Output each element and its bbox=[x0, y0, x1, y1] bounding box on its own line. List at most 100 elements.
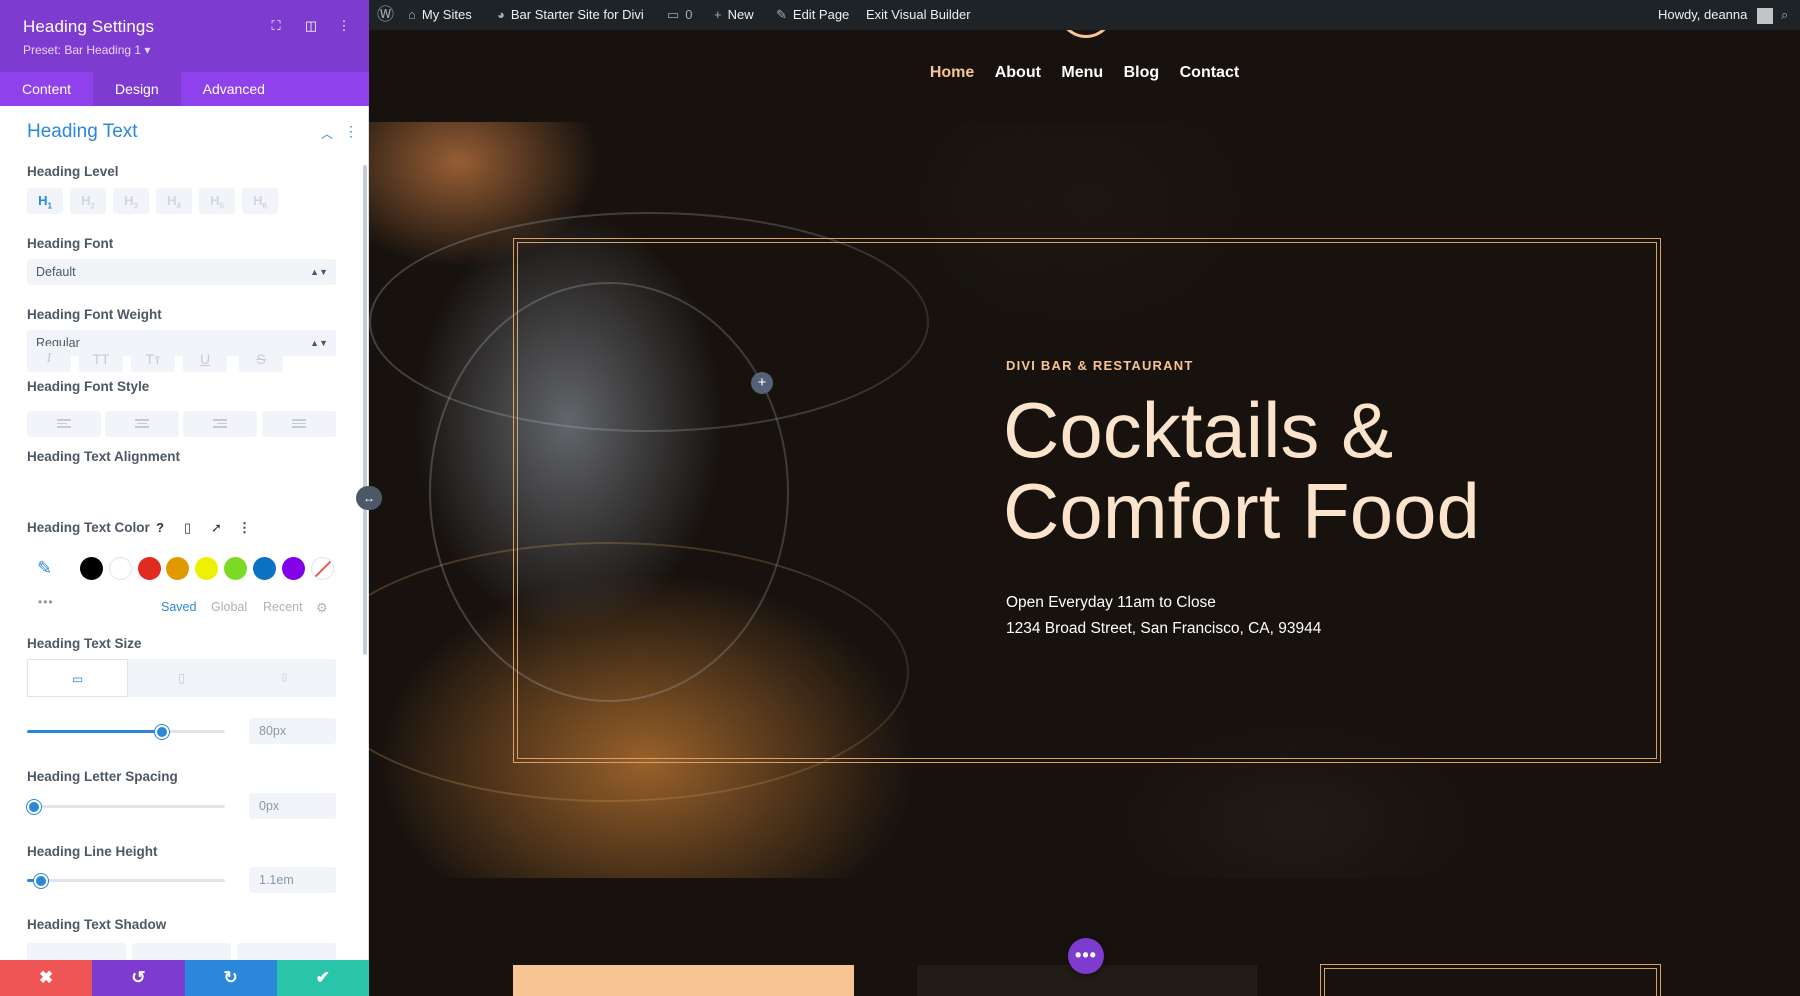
heading-font-select[interactable]: Default ▲▼ bbox=[27, 259, 336, 285]
color-swatch-none[interactable] bbox=[311, 557, 334, 580]
builder-settings-button[interactable]: ••• bbox=[1068, 938, 1104, 974]
help-icon[interactable]: ? bbox=[156, 520, 164, 535]
fullscreen-icon[interactable]: ⛶ bbox=[268, 18, 284, 34]
cursor-hover-icon[interactable]: ➚ bbox=[211, 520, 222, 536]
feature-card bbox=[513, 965, 854, 996]
section-title[interactable]: Heading Text bbox=[27, 121, 138, 143]
text-shadow-presets bbox=[27, 943, 336, 960]
text-size-slider[interactable] bbox=[27, 720, 225, 742]
heading-level-h5-button[interactable]: H5 bbox=[199, 188, 235, 214]
nav-home[interactable]: Home bbox=[930, 64, 974, 82]
site-preview: Home About Menu Blog Contact + DIVI BAR … bbox=[369, 10, 1800, 996]
more-vertical-icon[interactable]: ⋮ bbox=[344, 123, 358, 140]
more-vertical-icon[interactable]: ⋮ bbox=[336, 18, 352, 34]
exit-visual-builder-link[interactable]: Exit Visual Builder bbox=[866, 0, 971, 30]
align-right-icon[interactable] bbox=[183, 411, 257, 437]
align-justify-icon[interactable] bbox=[262, 411, 336, 437]
line-height-slider[interactable] bbox=[27, 869, 225, 891]
tablet-icon[interactable]: ▯ bbox=[131, 659, 232, 697]
color-swatch-orange[interactable] bbox=[166, 557, 189, 580]
search-icon[interactable]: ⌕ bbox=[1781, 0, 1788, 30]
nav-menu[interactable]: Menu bbox=[1061, 64, 1103, 82]
color-swatch-green[interactable] bbox=[224, 557, 247, 580]
more-colors-button[interactable]: ••• bbox=[38, 595, 54, 609]
nav-contact[interactable]: Contact bbox=[1180, 64, 1240, 82]
color-swatch-white[interactable] bbox=[109, 557, 132, 580]
close-icon[interactable]: ✖ bbox=[0, 960, 93, 996]
uppercase-icon[interactable]: TT bbox=[79, 346, 123, 372]
underline-icon[interactable]: U bbox=[183, 346, 227, 372]
nav-blog[interactable]: Blog bbox=[1124, 64, 1160, 82]
slider-handle[interactable] bbox=[34, 874, 48, 888]
heading-font-weight-select[interactable]: Regular ▲▼ bbox=[27, 330, 336, 356]
letter-spacing-slider[interactable] bbox=[27, 795, 225, 817]
heading-level-h6-button[interactable]: H6 bbox=[242, 188, 278, 214]
text-shadow-preset[interactable] bbox=[27, 943, 126, 960]
comments-count: 0 bbox=[685, 7, 693, 22]
line-height-input[interactable] bbox=[249, 867, 336, 893]
more-vertical-icon[interactable]: ⋮ bbox=[238, 520, 251, 536]
undo-icon[interactable]: ↺ bbox=[92, 960, 185, 996]
howdy-label: Howdy, deanna bbox=[1658, 7, 1748, 22]
strikethrough-icon[interactable]: S bbox=[239, 346, 283, 372]
color-tab-saved[interactable]: Saved bbox=[161, 600, 196, 614]
slider-handle[interactable] bbox=[27, 800, 41, 814]
align-center-icon[interactable] bbox=[105, 411, 179, 437]
new-label: New bbox=[727, 7, 754, 22]
chevron-up-icon[interactable]: ︿ bbox=[321, 125, 333, 142]
user-menu[interactable]: Howdy, deanna bbox=[1658, 0, 1773, 30]
hero-heading[interactable]: Cocktails & Comfort Food bbox=[1003, 389, 1563, 552]
text-size-input[interactable] bbox=[249, 718, 336, 744]
color-swatch-yellow[interactable] bbox=[195, 557, 218, 580]
tab-content[interactable]: Content bbox=[0, 72, 93, 106]
hero-eyebrow: DIVI BAR & RESTAURANT bbox=[1006, 358, 1194, 373]
color-tab-global[interactable]: Global bbox=[211, 600, 247, 614]
panel-resize-handle[interactable]: ↔ bbox=[356, 486, 382, 510]
color-swatch-blue[interactable] bbox=[253, 557, 276, 580]
heading-level-number: 1 bbox=[47, 201, 52, 211]
align-left-icon[interactable] bbox=[27, 411, 101, 437]
phone-icon[interactable]: ▯ bbox=[234, 659, 335, 697]
site-name-link[interactable]: ◕ Bar Starter Site for Divi bbox=[497, 0, 644, 30]
eyedropper-icon[interactable]: ✎ bbox=[37, 558, 52, 579]
plus-icon[interactable]: + bbox=[751, 372, 773, 394]
my-sites-label: My Sites bbox=[421, 7, 472, 22]
heading-font-style-label: Heading Font Style bbox=[27, 379, 150, 394]
heading-font-label: Heading Font bbox=[27, 236, 114, 251]
tab-design[interactable]: Design bbox=[93, 72, 181, 106]
sites-icon: ⌂ bbox=[408, 7, 416, 22]
heading-level-h3-button[interactable]: H3 bbox=[113, 188, 149, 214]
color-swatch-black[interactable] bbox=[80, 557, 103, 580]
mobile-icon[interactable]: ▯ bbox=[184, 520, 191, 536]
save-check-icon[interactable]: ✔ bbox=[276, 960, 369, 996]
capitalize-icon[interactable]: Tт bbox=[131, 346, 175, 372]
edit-page-link[interactable]: ✎ Edit Page bbox=[776, 0, 849, 30]
tab-advanced[interactable]: Advanced bbox=[181, 72, 287, 106]
color-swatch-purple[interactable] bbox=[282, 557, 305, 580]
italic-icon[interactable]: I bbox=[27, 346, 71, 372]
heading-line-height-label: Heading Line Height bbox=[27, 844, 158, 859]
redo-icon[interactable]: ↻ bbox=[184, 960, 277, 996]
dashboard-icon: ◕ bbox=[497, 7, 505, 22]
slider-handle[interactable] bbox=[155, 725, 169, 739]
text-shadow-preset[interactable] bbox=[132, 943, 231, 960]
comments-link[interactable]: ▭ 0 bbox=[667, 0, 693, 30]
hero-hours: Open Everyday 11am to Close bbox=[1006, 594, 1216, 611]
preset-selector[interactable]: Preset: Bar Heading 1 ▾ bbox=[23, 43, 150, 57]
desktop-icon[interactable]: ▭ bbox=[27, 659, 128, 697]
my-sites-link[interactable]: ⌂ My Sites bbox=[408, 0, 472, 30]
color-tab-recent[interactable]: Recent bbox=[263, 600, 303, 614]
sidebar-layout-icon[interactable]: ◫ bbox=[303, 18, 319, 34]
heading-level-h4-button[interactable]: H4 bbox=[156, 188, 192, 214]
color-swatch-red[interactable] bbox=[138, 557, 161, 580]
new-link[interactable]: + New bbox=[714, 0, 754, 30]
heading-level-h1-button[interactable]: H1 bbox=[27, 188, 63, 214]
heading-text-shadow-label: Heading Text Shadow bbox=[27, 917, 167, 932]
letter-spacing-input[interactable] bbox=[249, 793, 336, 819]
panel-scrollbar[interactable] bbox=[363, 165, 367, 655]
heading-level-h2-button[interactable]: H2 bbox=[70, 188, 106, 214]
wordpress-icon[interactable]: Ⓦ bbox=[377, 0, 394, 30]
text-shadow-preset[interactable] bbox=[237, 943, 336, 960]
gear-icon[interactable]: ⚙ bbox=[316, 600, 328, 616]
nav-about[interactable]: About bbox=[995, 64, 1041, 82]
